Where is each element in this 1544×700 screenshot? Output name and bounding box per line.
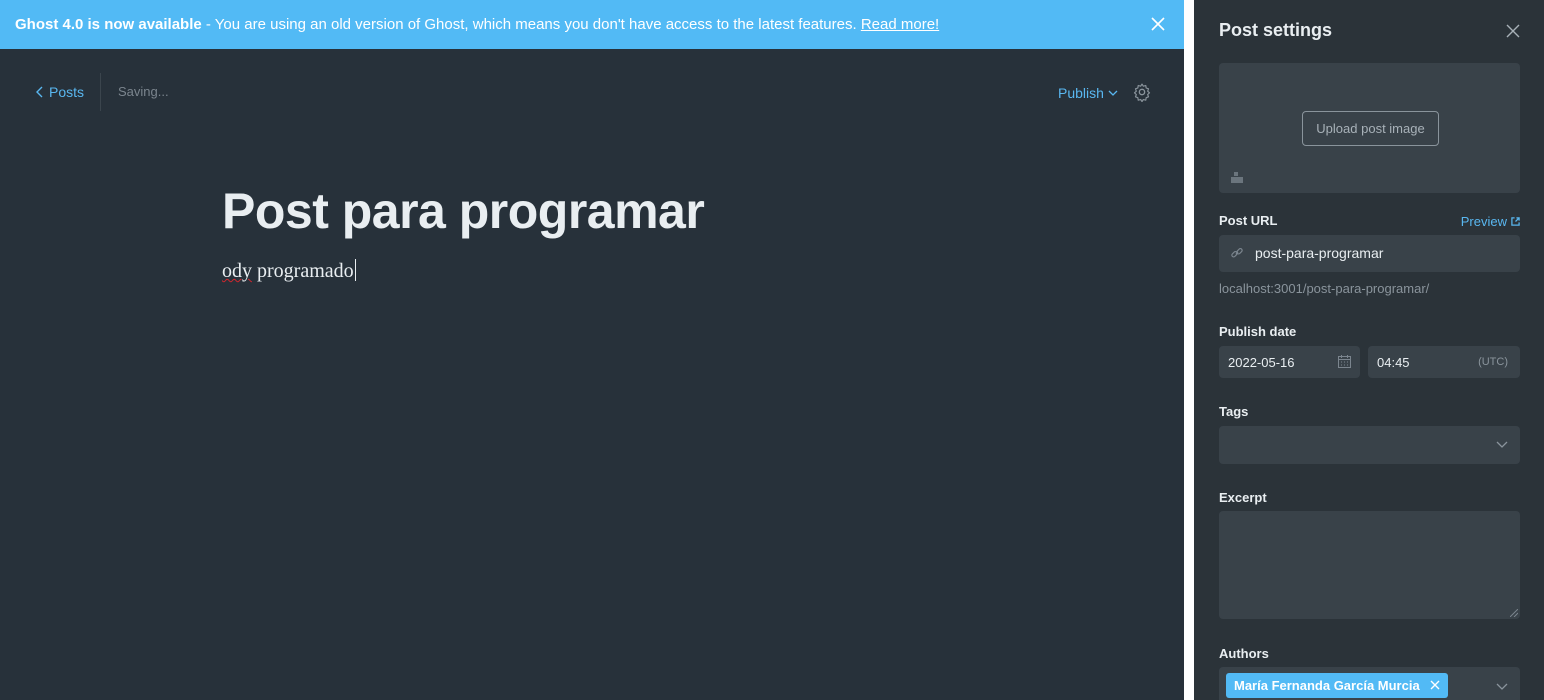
panel-title: Post settings [1219,20,1333,40]
publish-label: Publish [1058,85,1104,101]
chevron-left-icon [36,86,43,98]
authors-label: Authors [1219,646,1269,661]
banner-headline: Ghost 4.0 is now available [15,16,202,33]
post-image-dropzone[interactable]: Upload post image [1219,63,1520,193]
close-icon[interactable] [1506,24,1520,38]
authors-select[interactable]: María Fernanda García Murcia [1219,667,1520,700]
full-url-hint: localhost:3001/post-para-programar/ [1219,281,1430,296]
post-url-slug: post-para-programar [1255,245,1384,261]
calendar-icon[interactable] [1338,355,1351,368]
link-icon [1231,248,1243,258]
post-settings-panel: Post settings Upload post image Post URL… [1194,0,1544,700]
chevron-down-icon [1496,441,1508,448]
time-value: 04:45 [1377,355,1410,370]
editor-toolbar: Posts Saving... Publish [0,49,1184,135]
banner-message: - You are using an old version of Ghost,… [201,16,861,33]
close-icon[interactable] [1150,16,1166,32]
back-to-posts-link[interactable]: Posts [35,84,84,100]
save-status: Saving... [118,84,169,99]
excerpt-textarea[interactable] [1219,511,1520,619]
excerpt-label: Excerpt [1219,490,1267,505]
post-body-editor[interactable]: ody programado [222,259,356,283]
author-chip[interactable]: María Fernanda García Murcia [1226,673,1448,698]
publish-menu-button[interactable]: Publish [1058,85,1118,101]
post-url-field[interactable]: post-para-programar [1219,235,1520,272]
publish-time-input[interactable]: 04:45 (UTC) [1368,346,1520,378]
toolbar-divider [100,73,101,111]
date-value: 2022-05-16 [1228,355,1295,370]
chevron-down-icon [1108,90,1118,96]
remove-author-icon[interactable] [1430,680,1440,690]
banner-read-more-link[interactable]: Read more! [861,16,939,33]
editor-area: Ghost 4.0 is now available - You are usi… [0,0,1184,700]
timezone-label: (UTC) [1478,356,1508,368]
preview-label: Preview [1460,214,1507,229]
panel-gutter [1184,0,1194,700]
misspelled-word: ody [222,260,252,282]
author-name: María Fernanda García Murcia [1234,678,1420,693]
back-label: Posts [49,84,85,100]
gear-icon[interactable] [1132,82,1152,102]
preview-link[interactable]: Preview [1461,214,1520,229]
upload-post-image-button[interactable]: Upload post image [1302,111,1439,146]
tags-label: Tags [1219,404,1249,419]
resize-handle-icon[interactable] [1510,609,1518,617]
tags-select[interactable] [1219,426,1520,464]
post-title-input[interactable]: Post para programar [222,182,705,240]
update-banner: Ghost 4.0 is now available - You are usi… [0,0,1184,49]
publish-date-label: Publish date [1219,324,1297,339]
body-text: programado [252,260,354,282]
chevron-down-icon [1496,683,1508,690]
text-caret [354,259,356,281]
publish-date-input[interactable]: 2022-05-16 [1219,346,1360,378]
post-url-label: Post URL [1219,213,1278,228]
image-icon [1231,172,1243,183]
external-link-icon [1511,217,1520,226]
